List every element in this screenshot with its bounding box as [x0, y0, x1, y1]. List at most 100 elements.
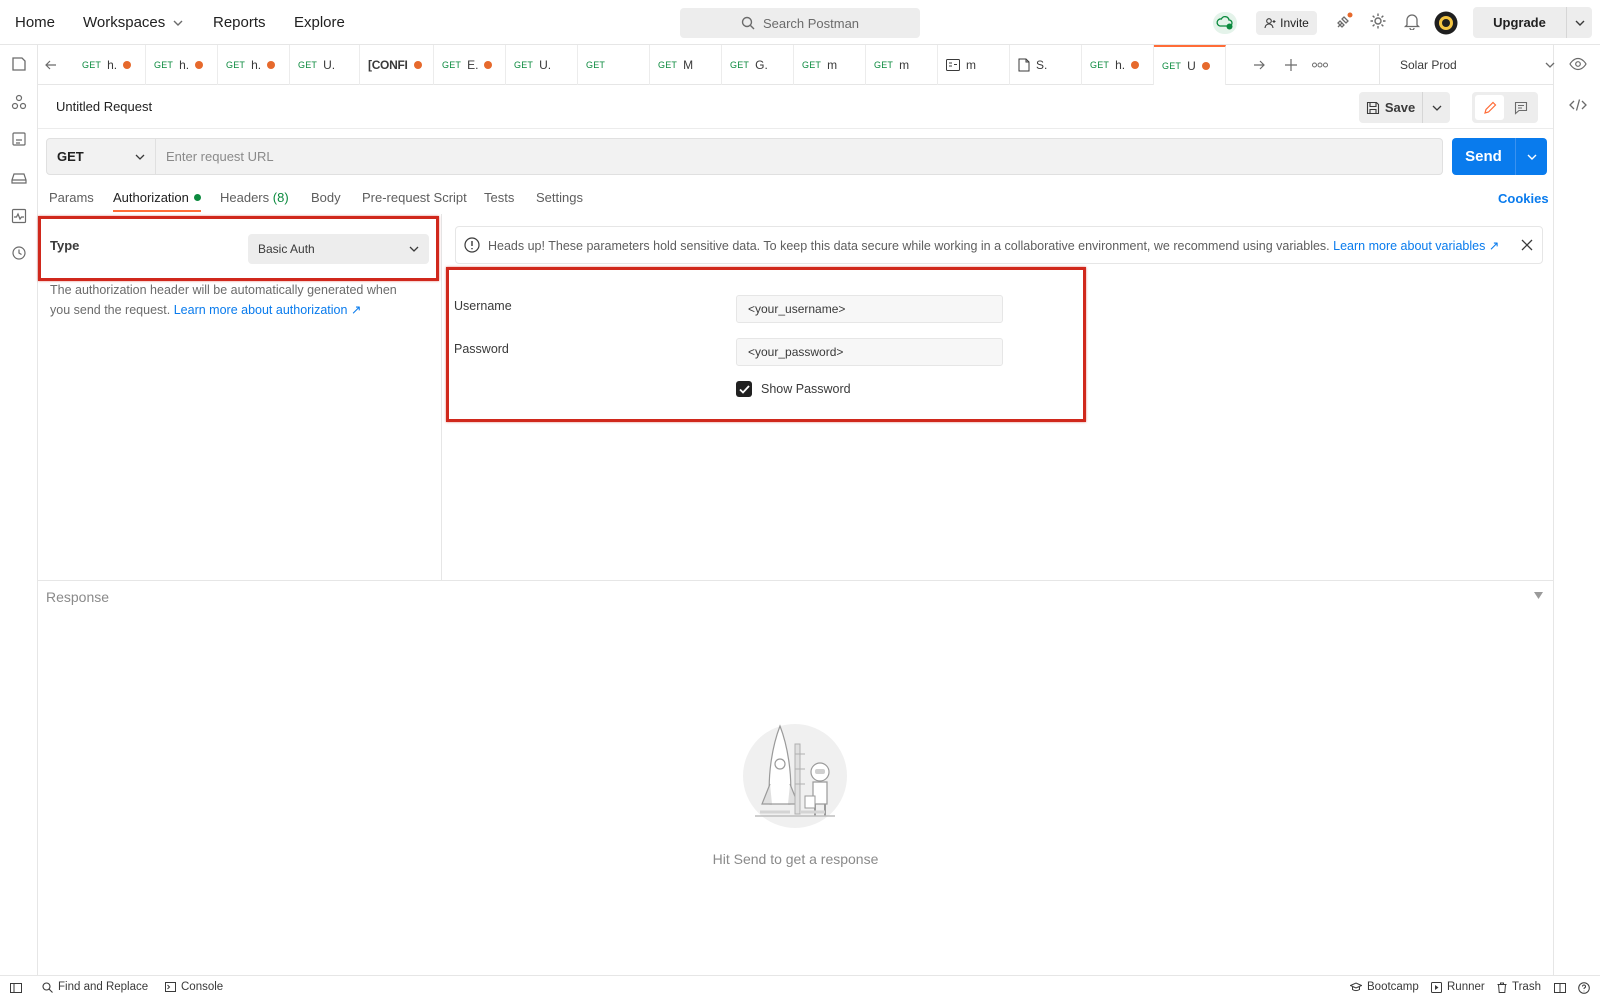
- request-url-input[interactable]: [156, 138, 1443, 175]
- request-tab[interactable]: GET h.: [146, 45, 218, 85]
- request-tab[interactable]: GET m: [866, 45, 938, 85]
- avatar[interactable]: [1434, 11, 1458, 35]
- request-tab[interactable]: GET: [578, 45, 650, 85]
- chevron-down-icon[interactable]: [1516, 152, 1547, 162]
- request-tab[interactable]: [CONFI: [360, 45, 434, 85]
- password-input[interactable]: [736, 338, 1003, 366]
- console-button[interactable]: Console: [165, 981, 223, 993]
- tab-headers[interactable]: Headers (8): [220, 190, 289, 212]
- tab-authorization-label: Authorization: [113, 190, 189, 205]
- request-tab[interactable]: GET M: [650, 45, 722, 85]
- request-tab[interactable]: GET U.: [506, 45, 578, 85]
- toggle-sidebar-icon[interactable]: [10, 983, 22, 993]
- arrow-left-icon[interactable]: [45, 59, 57, 71]
- environment-name: Solar Prod: [1400, 58, 1457, 72]
- document-icon: [1018, 58, 1030, 72]
- method-select[interactable]: GET: [46, 138, 156, 175]
- request-tab[interactable]: GET h.: [74, 45, 146, 85]
- tab-title: [CONFI: [368, 58, 408, 72]
- request-title[interactable]: Untitled Request: [56, 99, 152, 114]
- request-tab[interactable]: GET U.: [290, 45, 360, 85]
- request-tab[interactable]: S.: [1010, 45, 1082, 85]
- tab-title: S.: [1036, 58, 1048, 72]
- request-tabs-bar: GET h. GET h. GET h. GET U. [CONFI GET E. GET U. GET G…: [38, 45, 1555, 85]
- notifications-bell-icon[interactable]: [1403, 12, 1421, 30]
- request-tab[interactable]: GET m: [794, 45, 866, 85]
- mock-servers-icon[interactable]: [11, 170, 27, 186]
- help-icon[interactable]: [1578, 982, 1590, 994]
- request-tab[interactable]: GET G.: [722, 45, 794, 85]
- request-tab[interactable]: GET E.: [434, 45, 506, 85]
- chevron-down-icon[interactable]: [1423, 103, 1450, 113]
- bootcamp-label: Bootcamp: [1367, 981, 1419, 993]
- request-tab[interactable]: GET h.: [218, 45, 290, 85]
- history-icon[interactable]: [11, 245, 27, 261]
- tab-tests[interactable]: Tests: [484, 190, 514, 212]
- chevron-down-icon: [173, 20, 183, 26]
- tab-title: h.: [251, 58, 262, 72]
- bootcamp-button[interactable]: Bootcamp: [1350, 981, 1419, 993]
- more-options-icon[interactable]: [1312, 61, 1328, 69]
- tab-method: GET: [82, 60, 102, 70]
- comments-icon[interactable]: [1506, 95, 1535, 120]
- search-bar[interactable]: Search Postman: [680, 8, 920, 38]
- request-tab[interactable]: GET U: [1154, 45, 1226, 85]
- environments-icon[interactable]: [11, 131, 27, 147]
- tab-params[interactable]: Params: [49, 190, 94, 212]
- tab-body[interactable]: Body: [311, 190, 341, 212]
- nav-explore[interactable]: Explore: [294, 14, 345, 31]
- upgrade-button[interactable]: Upgrade: [1473, 7, 1592, 38]
- send-button[interactable]: Send: [1452, 138, 1547, 175]
- find-replace-button[interactable]: Find and Replace: [42, 981, 148, 993]
- save-button[interactable]: Save: [1359, 92, 1450, 123]
- cookies-link[interactable]: Cookies: [1498, 191, 1549, 206]
- apis-icon[interactable]: [11, 94, 27, 110]
- edit-mode-pencil-icon[interactable]: [1475, 95, 1504, 120]
- sync-status-icon[interactable]: [1213, 12, 1237, 34]
- tab-title: M: [683, 58, 694, 72]
- invite-button[interactable]: Invite: [1256, 11, 1317, 35]
- tab-settings[interactable]: Settings: [536, 190, 583, 212]
- close-icon[interactable]: [1520, 238, 1534, 252]
- chevron-down-icon: [409, 246, 419, 252]
- tab-authorization[interactable]: Authorization: [113, 190, 201, 212]
- request-tab[interactable]: GET h.: [1082, 45, 1154, 85]
- new-tab-plus-icon[interactable]: [1285, 59, 1297, 71]
- trash-button[interactable]: Trash: [1497, 981, 1541, 993]
- request-tab[interactable]: m: [938, 45, 1010, 85]
- tab-method: GET: [514, 60, 534, 70]
- upgrade-label: Upgrade: [1473, 7, 1567, 38]
- auth-type-select[interactable]: Basic Auth: [248, 234, 429, 264]
- monitors-icon[interactable]: [11, 208, 27, 224]
- username-input[interactable]: [736, 295, 1003, 323]
- runner-label: Runner: [1447, 981, 1485, 993]
- collections-icon[interactable]: [11, 56, 27, 72]
- rocket-astronaut-illustration: [735, 724, 855, 834]
- learn-more-variables-link[interactable]: Learn more about variables ↗: [1333, 239, 1499, 253]
- sensitive-data-banner: Heads up! These parameters hold sensitiv…: [455, 226, 1543, 264]
- search-placeholder: Search Postman: [762, 15, 860, 31]
- show-password-toggle[interactable]: Show Password: [736, 381, 851, 397]
- console-icon: [165, 982, 176, 992]
- response-divider: [38, 580, 1553, 581]
- code-snippet-icon[interactable]: [1569, 98, 1587, 112]
- learn-more-authorization-link[interactable]: Learn more about authorization ↗: [174, 303, 362, 317]
- tab-title: U: [1187, 59, 1196, 73]
- caret-down-icon[interactable]: [1534, 592, 1543, 599]
- chevron-down-icon[interactable]: [1567, 18, 1592, 28]
- arrow-right-icon[interactable]: [1253, 59, 1265, 71]
- settings-gear-icon[interactable]: [1369, 12, 1387, 30]
- search-icon: [42, 981, 53, 993]
- tab-pre-request-script[interactable]: Pre-request Script: [362, 190, 467, 212]
- tab-headers-label: Headers: [220, 190, 270, 205]
- tab-method: GET: [1090, 60, 1110, 70]
- chevron-down-icon: [135, 154, 145, 160]
- satellite-icon[interactable]: [1335, 12, 1353, 30]
- nav-workspaces[interactable]: Workspaces: [83, 14, 183, 31]
- nav-reports[interactable]: Reports: [213, 14, 266, 31]
- environment-select[interactable]: Solar Prod: [1379, 45, 1591, 85]
- show-password-checkbox[interactable]: [736, 381, 752, 397]
- nav-home[interactable]: Home: [15, 14, 55, 31]
- runner-button[interactable]: Runner: [1431, 981, 1485, 993]
- two-pane-view-icon[interactable]: [1554, 983, 1566, 993]
